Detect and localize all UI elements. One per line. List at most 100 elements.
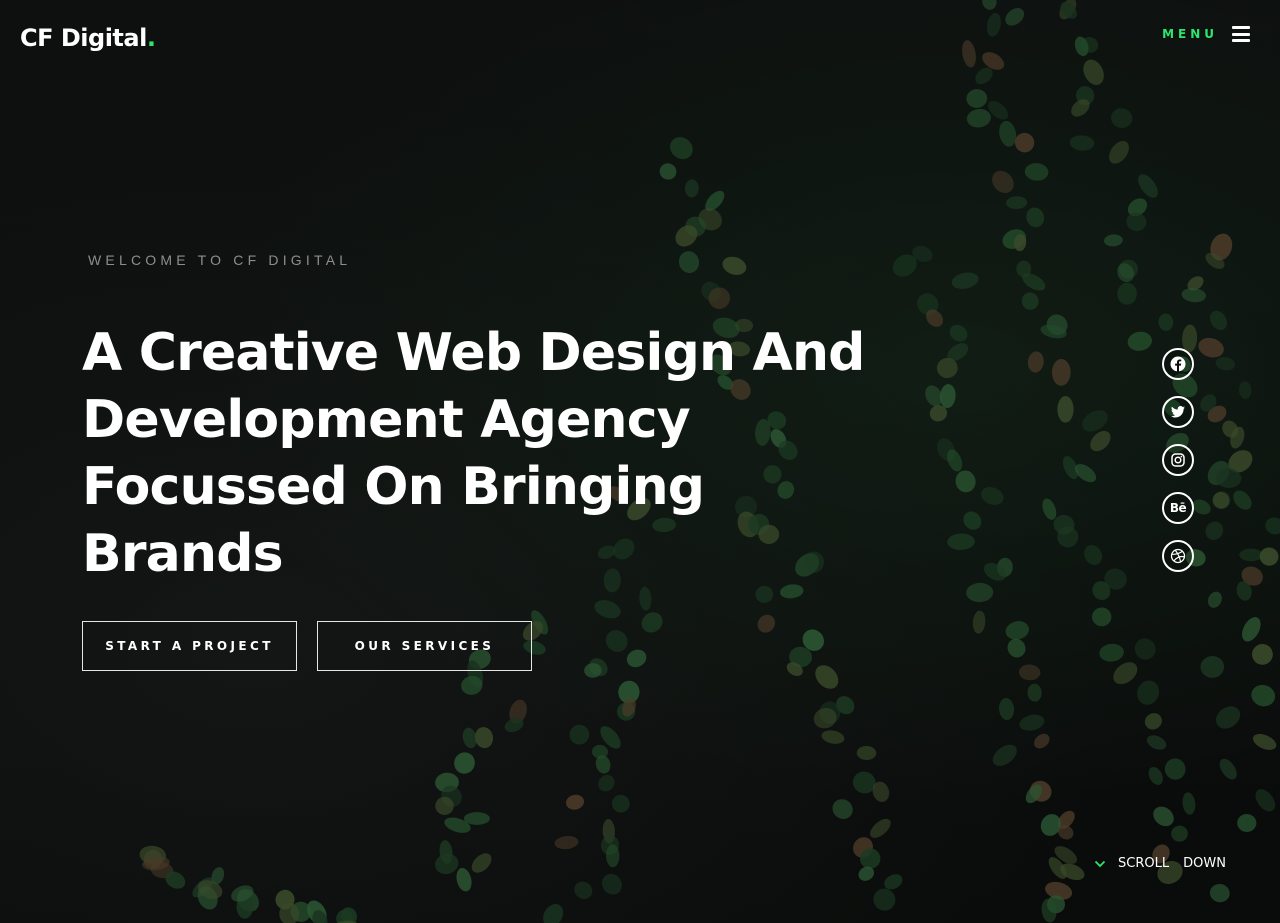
- leaf-shape: [1092, 581, 1111, 601]
- leaf-shape: [1198, 337, 1224, 358]
- leaf-shape: [1019, 664, 1041, 681]
- instagram-link[interactable]: [1162, 444, 1194, 476]
- leaf-shape: [684, 179, 699, 198]
- leaf-shape: [873, 888, 896, 911]
- dribbble-link[interactable]: [1162, 540, 1194, 572]
- leaf-shape: [1148, 766, 1163, 785]
- leaf-shape: [988, 100, 1009, 120]
- hero-section: CF Digital. MENU WELCOME TO CF DIGITAL A…: [0, 0, 1280, 923]
- leaf-shape: [1215, 356, 1236, 371]
- leaf-shape: [832, 799, 853, 820]
- leaf-shape: [471, 853, 492, 873]
- leaf-shape: [1045, 881, 1073, 900]
- leaf-shape: [982, 0, 997, 10]
- leaf-shape: [858, 866, 875, 881]
- leaf-shape: [1230, 426, 1245, 449]
- scroll-down-link[interactable]: SCROLL DOWN: [1094, 856, 1226, 871]
- leaf-shape: [1134, 638, 1156, 660]
- leaf-shape: [1057, 810, 1075, 829]
- logo-dot: .: [146, 24, 156, 52]
- leaf-shape: [698, 208, 722, 231]
- leaf-shape: [237, 889, 259, 912]
- leaf-shape: [1024, 163, 1049, 181]
- leaf-shape: [892, 254, 917, 277]
- twitter-link[interactable]: [1162, 396, 1194, 428]
- leaf-shape: [1005, 621, 1029, 640]
- leaf-shape: [1146, 735, 1167, 750]
- leaf-shape: [1099, 643, 1124, 662]
- leaf-shape: [611, 794, 630, 813]
- leaf-shape: [966, 108, 991, 128]
- leaf-shape: [435, 796, 454, 816]
- facebook-link[interactable]: [1162, 348, 1194, 380]
- leaf-shape: [884, 874, 903, 890]
- leaf-shape: [708, 287, 731, 309]
- leaf-shape: [456, 868, 472, 892]
- leaf-shape: [966, 89, 988, 108]
- leaf-shape: [197, 880, 223, 899]
- leaf-shape: [786, 662, 803, 676]
- leaf-shape: [1265, 517, 1280, 535]
- logo[interactable]: CF Digital.: [20, 24, 156, 52]
- chevron-down-icon: [1094, 860, 1106, 867]
- leaf-shape: [1207, 591, 1222, 608]
- leaf-shape: [598, 774, 615, 792]
- facebook-icon: [1170, 356, 1186, 372]
- leaf-shape: [912, 245, 933, 263]
- menu-button[interactable]: MENU: [1162, 26, 1250, 42]
- leaf-shape: [1252, 733, 1277, 750]
- leaf-shape: [972, 610, 986, 634]
- leaf-shape: [336, 909, 353, 923]
- headline-line: Brands: [82, 524, 284, 584]
- leaf-shape: [1058, 825, 1074, 840]
- leaf-shape: [802, 629, 825, 651]
- leaf-shape: [1215, 706, 1241, 729]
- leaf-shape: [1027, 683, 1042, 702]
- leaf-shape: [1074, 36, 1089, 57]
- leaf-shape: [341, 907, 358, 923]
- leaf-shape: [165, 871, 186, 889]
- leaf-shape: [236, 894, 254, 919]
- leaf-shape: [569, 724, 590, 745]
- leaf-shape: [435, 853, 459, 875]
- leaf-shape: [1069, 135, 1095, 151]
- leaf-shape: [1187, 276, 1204, 291]
- leaf-shape: [439, 840, 453, 864]
- leaf-shape: [641, 612, 663, 633]
- leaf-shape: [1092, 607, 1112, 627]
- leaf-shape: [312, 910, 328, 923]
- leaf-shape: [813, 707, 837, 729]
- leaf-shape: [1019, 714, 1045, 731]
- leaf-shape: [1219, 758, 1237, 780]
- leaf-shape: [675, 225, 698, 247]
- leaf-shape: [986, 12, 1001, 37]
- leaf-shape: [1118, 259, 1138, 279]
- leaf-shape: [992, 170, 1014, 193]
- leaf-shape: [1200, 655, 1225, 678]
- leaf-shape: [962, 40, 976, 68]
- leaf-shape: [275, 889, 295, 910]
- leaf-shape: [975, 67, 993, 85]
- leaf-shape: [197, 886, 218, 910]
- behance-link[interactable]: Bē: [1162, 492, 1194, 524]
- leaf-shape: [1127, 331, 1152, 351]
- leaf-shape: [1057, 395, 1074, 423]
- leaf-shape: [231, 885, 254, 902]
- leaf-shape: [1252, 644, 1273, 665]
- leaf-shape: [705, 190, 725, 211]
- leaf-shape: [1025, 784, 1042, 804]
- leaf-shape: [996, 557, 1013, 577]
- leaf-shape: [1238, 381, 1252, 399]
- leaf-shape: [1016, 260, 1032, 278]
- start-project-button[interactable]: START A PROJECT: [82, 621, 297, 671]
- leaf-shape: [1090, 430, 1111, 452]
- leaf-shape: [554, 836, 579, 850]
- leaf-shape: [1082, 410, 1108, 432]
- leaf-shape: [1117, 282, 1137, 305]
- leaf-shape: [1210, 233, 1233, 261]
- leaf-shape: [1014, 132, 1035, 153]
- leaf-shape: [1040, 814, 1062, 836]
- our-services-button[interactable]: OUR SERVICES: [317, 621, 532, 671]
- leaf-shape: [951, 272, 979, 289]
- leaf-shape: [1104, 568, 1127, 590]
